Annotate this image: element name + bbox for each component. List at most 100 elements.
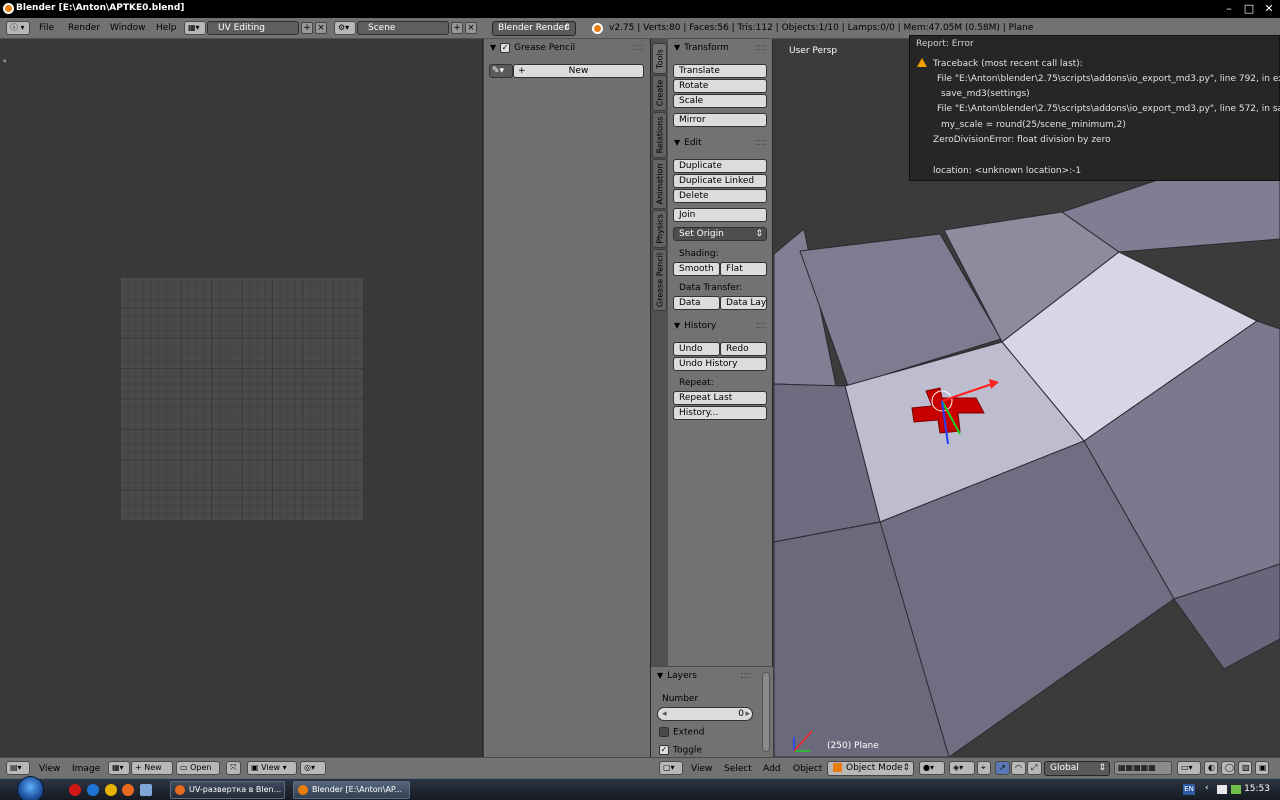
lock-layer-icon[interactable]: ▭▾ [1177, 761, 1201, 775]
translate-manipulator-icon[interactable]: ↗ [995, 761, 1010, 775]
language-indicator[interactable]: EN [1183, 784, 1195, 795]
tab-create[interactable]: Create [652, 75, 667, 111]
tab-animation[interactable]: Animation [652, 159, 667, 209]
taskbar-task-firefox[interactable]: UV-развертка в Blen... [170, 781, 285, 799]
editor-type-3d-icon[interactable]: ▢▾ [659, 761, 683, 775]
tab-relations[interactable]: Relations [652, 112, 667, 158]
pin-icon[interactable]: ⤧ [226, 761, 241, 775]
tab-tools[interactable]: Tools [652, 43, 667, 74]
extend-option[interactable]: Extend [659, 727, 705, 738]
opera-icon[interactable] [69, 784, 81, 796]
pivot-point-icon[interactable]: ◈▾ [949, 761, 975, 775]
chrome-icon[interactable] [105, 784, 117, 796]
view3d-menu-add[interactable]: Add [763, 764, 780, 774]
set-origin-dropdown[interactable]: Set Origin ⇕ [673, 227, 767, 241]
snap-icon[interactable]: ◐ [1204, 761, 1218, 775]
add-scene-icon[interactable]: + [451, 22, 463, 34]
show-desktop-icon[interactable] [140, 784, 152, 796]
viewport-shading-icon[interactable]: ●▾ [919, 761, 945, 775]
decrement-arrow-icon[interactable]: ◂ [662, 708, 667, 720]
editor-type-uv-icon[interactable]: ▤▾ [6, 761, 30, 775]
scene-icon[interactable]: ⚙▾ [334, 21, 356, 35]
translate-button[interactable]: Translate [673, 64, 767, 78]
view3d-menu-view[interactable]: View [691, 764, 712, 774]
grease-pencil-checkbox[interactable]: ✓ [500, 42, 511, 53]
manipulator-toggle-icon[interactable]: ⌖ [977, 761, 991, 775]
redo-button[interactable]: Redo [720, 342, 767, 356]
tray-flag-icon[interactable] [1217, 785, 1227, 794]
edit-panel-header[interactable]: ▼ Edit [668, 134, 772, 152]
drag-grip-icon[interactable] [756, 323, 766, 328]
layers-scrollbar[interactable] [762, 672, 770, 752]
open-image-button[interactable]: ▭ Open [176, 761, 220, 775]
remove-layout-icon[interactable]: × [315, 22, 327, 34]
new-image-button[interactable]: + New [131, 761, 173, 775]
repeat-last-button[interactable]: Repeat Last [673, 391, 767, 405]
tray-expand-icon[interactable]: ‹ [1205, 783, 1209, 793]
snap-element-icon[interactable]: ▨ [1238, 761, 1252, 775]
scale-button[interactable]: Scale [673, 94, 767, 108]
duplicate-button[interactable]: Duplicate [673, 159, 767, 173]
scale-manipulator-icon[interactable]: ⤢ [1027, 761, 1042, 775]
menu-window[interactable]: Window [110, 23, 146, 33]
start-button-icon[interactable] [17, 776, 44, 800]
uv-menu-image[interactable]: Image [72, 764, 100, 774]
proportional-edit-icon[interactable]: ◯ [1221, 761, 1235, 775]
mirror-button[interactable]: Mirror [673, 113, 767, 127]
view3d-menu-select[interactable]: Select [724, 764, 752, 774]
data-layout-button[interactable]: Data Layo [720, 296, 767, 310]
toggle-option[interactable]: ✓ Toggle [659, 745, 702, 756]
add-layout-icon[interactable]: + [301, 22, 313, 34]
screen-layout-icon[interactable]: ▦▾ [184, 21, 206, 35]
scene-field[interactable]: Scene [357, 21, 449, 35]
firefox-icon[interactable] [122, 784, 134, 796]
join-button[interactable]: Join [673, 208, 767, 222]
tray-network-icon[interactable] [1231, 785, 1241, 794]
layer-buttons[interactable]: ▦▦▦▦▦ [1114, 761, 1172, 775]
delete-button[interactable]: Delete [673, 189, 767, 203]
editor-type-info-icon[interactable]: ⓘ ▾ [6, 21, 30, 35]
undo-button[interactable]: Undo [673, 342, 720, 356]
pivot-icon[interactable]: ◎▾ [300, 761, 326, 775]
extend-checkbox[interactable] [659, 727, 669, 737]
object-mode-dropdown[interactable]: Object Mode ⇕ [827, 761, 914, 776]
expand-arrow-icon[interactable]: ◂ [2, 56, 6, 65]
rotate-manipulator-icon[interactable]: ◠ [1011, 761, 1026, 775]
close-icon[interactable]: ✕ [1262, 2, 1276, 15]
transform-panel-header[interactable]: ▼ Transform [668, 39, 772, 57]
number-field[interactable]: ◂ 0 ▸ [657, 707, 753, 721]
drag-grip-icon[interactable] [634, 45, 644, 50]
history-panel-header[interactable]: ▼ History [668, 317, 772, 335]
report-error-popup[interactable]: Report: Error Traceback (most recent cal… [909, 35, 1280, 181]
uv-image-editor[interactable]: ◂ [0, 39, 483, 757]
smooth-button[interactable]: Smooth [673, 262, 720, 276]
menu-file[interactable]: File [39, 23, 54, 33]
data-button[interactable]: Data [673, 296, 720, 310]
uv-view-mode-dropdown[interactable]: ▣ View ▾ [247, 761, 297, 775]
drag-grip-icon[interactable] [756, 45, 766, 50]
undo-history-button[interactable]: Undo History [673, 357, 767, 371]
ie-icon[interactable] [87, 784, 99, 796]
drag-grip-icon[interactable] [741, 673, 751, 678]
minimize-icon[interactable]: – [1222, 2, 1236, 15]
render-preview-icon[interactable]: ▣ [1255, 761, 1269, 775]
increment-arrow-icon[interactable]: ▸ [745, 708, 750, 720]
taskbar-clock[interactable]: 15:53 [1244, 784, 1270, 794]
menu-help[interactable]: Help [156, 23, 177, 33]
drag-grip-icon[interactable] [756, 140, 766, 145]
uv-grid[interactable] [120, 277, 363, 520]
maximize-icon[interactable]: □ [1242, 2, 1256, 15]
toggle-checkbox[interactable]: ✓ [659, 745, 669, 755]
image-browse-icon[interactable]: ▦▾ [108, 761, 130, 775]
uv-menu-view[interactable]: View [39, 764, 60, 774]
transform-orientation-dropdown[interactable]: Global ⇕ [1044, 761, 1110, 776]
flat-button[interactable]: Flat [720, 262, 767, 276]
screen-layout-field[interactable]: UV Editing [207, 21, 299, 35]
view3d-menu-object[interactable]: Object [793, 764, 822, 774]
tab-grease-pencil[interactable]: Grease Pencil [652, 249, 667, 311]
remove-scene-icon[interactable]: × [465, 22, 477, 34]
tab-physics[interactable]: Physics [652, 210, 667, 248]
grease-pencil-new-button[interactable]: + New [513, 64, 644, 78]
grease-pencil-panel-header[interactable]: ▼ ✓ Grease Pencil [484, 39, 650, 57]
render-engine-dropdown[interactable]: Blender Render ⇕ [492, 21, 576, 36]
